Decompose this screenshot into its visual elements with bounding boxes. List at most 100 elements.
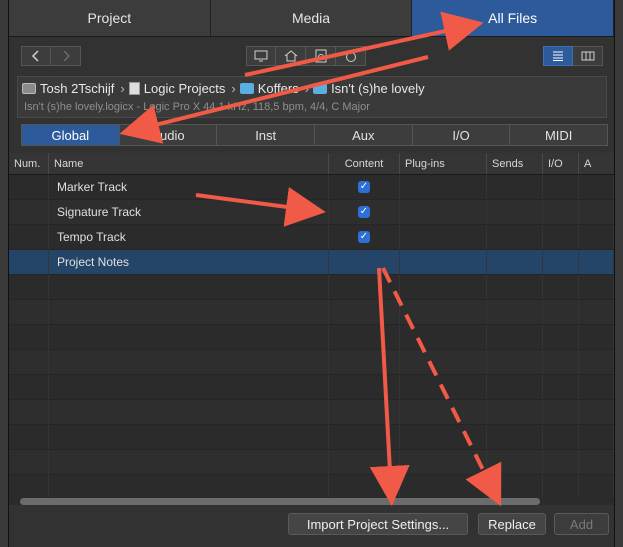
empty-cell — [9, 475, 49, 499]
breadcrumb-item-drive[interactable]: Tosh 2Tschijf — [22, 81, 114, 96]
table-body: Marker Track ✓ Signature Track ✓ Tempo T… — [9, 175, 614, 500]
io-cell — [543, 200, 579, 224]
empty-table-row — [9, 425, 614, 450]
project-info-text: Isn't (s)he lovely.logicx - Logic Pro X … — [24, 101, 370, 113]
empty-cell — [329, 275, 400, 299]
path-bar: Tosh 2Tschijf › Logic Projects › Koffers… — [17, 76, 607, 118]
column-header-a[interactable]: A — [579, 153, 614, 174]
empty-cell — [49, 425, 329, 449]
document-icon — [128, 81, 140, 95]
tab-global[interactable]: Global — [22, 125, 120, 145]
content-checkbox[interactable]: ✓ — [358, 206, 370, 218]
tab-aux[interactable]: Aux — [315, 125, 413, 145]
column-header-sends[interactable]: Sends — [487, 153, 543, 174]
column-header-num[interactable]: Num. — [9, 153, 49, 174]
forward-button[interactable] — [51, 46, 81, 66]
browser-panel: Project Media All Files Tosh 2Tschijf › … — [9, 0, 615, 547]
empty-table-row — [9, 375, 614, 400]
location-buttons — [246, 46, 366, 66]
row-name: Signature Track — [49, 200, 329, 224]
scrollbar-thumb[interactable] — [20, 498, 540, 505]
breadcrumb-item-project[interactable]: Isn't (s)he lovely — [313, 81, 425, 96]
empty-cell — [400, 300, 487, 324]
add-button[interactable]: Add — [554, 513, 609, 535]
empty-cell — [49, 325, 329, 349]
home-button[interactable] — [276, 46, 306, 66]
tab-media[interactable]: Media — [210, 0, 413, 36]
empty-cell — [543, 425, 579, 449]
project-button[interactable] — [306, 46, 336, 66]
table-row[interactable]: Project Notes — [9, 250, 614, 275]
tab-midi[interactable]: MIDI — [510, 125, 608, 145]
a-cell — [579, 200, 614, 224]
empty-cell — [400, 275, 487, 299]
horizontal-scrollbar[interactable] — [14, 497, 610, 505]
right-window-edge — [614, 0, 623, 547]
table-row[interactable]: Marker Track ✓ — [9, 175, 614, 200]
tab-all-files[interactable]: All Files — [412, 0, 615, 36]
back-button[interactable] — [21, 46, 51, 66]
empty-cell — [49, 475, 329, 499]
recent-button[interactable] — [336, 46, 366, 66]
empty-cell — [579, 425, 614, 449]
plugins-cell — [400, 250, 487, 274]
breadcrumb-label: Tosh 2Tschijf — [40, 80, 115, 96]
content-checkbox[interactable]: ✓ — [358, 231, 370, 243]
computer-button[interactable] — [246, 46, 276, 66]
replace-button[interactable]: Replace — [478, 513, 546, 535]
table-header: Num. Name Content Plug-ins Sends I/O A — [9, 153, 614, 175]
column-header-name[interactable]: Name — [49, 153, 329, 174]
breadcrumb-label: Logic Projects — [143, 80, 226, 96]
empty-cell — [487, 425, 543, 449]
chevron-right-icon — [62, 50, 70, 62]
empty-cell — [543, 350, 579, 374]
empty-cell — [543, 475, 579, 499]
empty-table-row — [9, 350, 614, 375]
breadcrumb-label: Koffers — [257, 80, 299, 96]
empty-cell — [9, 400, 49, 424]
import-project-settings-button[interactable]: Import Project Settings... — [288, 513, 468, 535]
view-mode-buttons — [543, 46, 603, 66]
row-name: Project Notes — [49, 250, 329, 274]
content-checkbox[interactable]: ✓ — [358, 181, 370, 193]
column-view-button[interactable] — [573, 46, 603, 66]
recent-icon — [345, 50, 356, 62]
tab-audio[interactable]: Audio — [119, 125, 218, 145]
breadcrumb-item-logic-projects[interactable]: Logic Projects — [128, 80, 226, 96]
browser-toolbar — [9, 38, 614, 74]
row-num — [9, 250, 49, 274]
empty-cell — [579, 450, 614, 474]
empty-cell — [579, 350, 614, 374]
empty-cell — [9, 425, 49, 449]
tab-project[interactable]: Project — [9, 0, 211, 36]
tab-inst[interactable]: Inst — [217, 125, 316, 145]
row-num — [9, 175, 49, 199]
breadcrumb-item-koffers[interactable]: Koffers — [239, 80, 299, 96]
column-header-content[interactable]: Content — [329, 153, 400, 174]
empty-cell — [329, 475, 400, 499]
io-cell — [543, 175, 579, 199]
column-header-io[interactable]: I/O — [543, 153, 579, 174]
table-row[interactable]: Signature Track ✓ — [9, 200, 614, 225]
table-row[interactable]: Tempo Track ✓ — [9, 225, 614, 250]
plugins-cell — [400, 175, 487, 199]
list-view-button[interactable] — [543, 46, 573, 66]
empty-cell — [579, 475, 614, 499]
empty-cell — [543, 275, 579, 299]
column-header-plugins[interactable]: Plug-ins — [400, 153, 487, 174]
tab-io[interactable]: I/O — [412, 125, 511, 145]
empty-table-row — [9, 275, 614, 300]
a-cell — [579, 225, 614, 249]
empty-cell — [487, 400, 543, 424]
computer-icon — [254, 50, 268, 62]
chevron-left-icon — [31, 50, 39, 62]
list-view-icon — [553, 51, 563, 61]
row-num — [9, 225, 49, 249]
empty-cell — [400, 425, 487, 449]
empty-cell — [400, 350, 487, 374]
empty-cell — [329, 350, 400, 374]
empty-cell — [9, 375, 49, 399]
breadcrumb-separator: › — [120, 80, 125, 96]
empty-cell — [9, 350, 49, 374]
empty-cell — [543, 400, 579, 424]
